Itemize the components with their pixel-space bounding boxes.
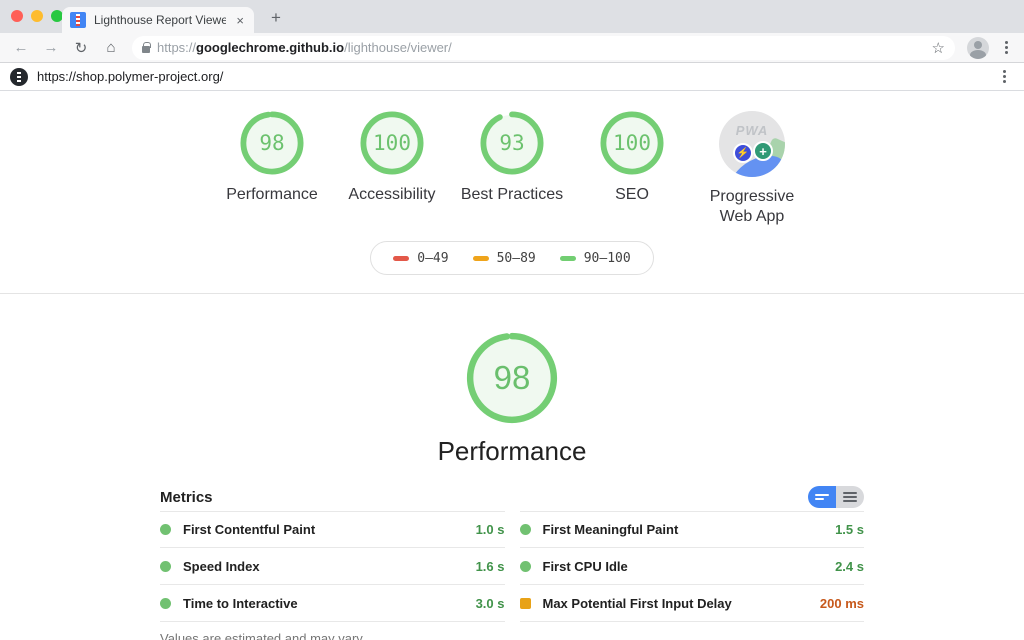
metric-value: 1.6 s xyxy=(476,559,505,574)
metrics-view-toggle[interactable] xyxy=(808,486,864,508)
score-label: SEO xyxy=(615,185,649,205)
performance-big-gauge: 98 xyxy=(466,332,558,424)
toggle-expanded-view[interactable] xyxy=(836,486,864,508)
report-url-bar: https://shop.polymer-project.org/ xyxy=(0,63,1024,91)
metric-value: 200 ms xyxy=(820,596,864,611)
pwa-letters: PWA xyxy=(719,123,785,138)
forward-icon[interactable]: → xyxy=(38,39,64,56)
browser-tab[interactable]: Lighthouse Report Viewer × xyxy=(62,7,254,33)
metrics-right-column: First Meaningful Paint 1.5 s First CPU I… xyxy=(520,511,865,622)
profile-avatar[interactable] xyxy=(967,37,989,59)
legend-fail: 0–49 xyxy=(393,251,448,266)
back-icon[interactable]: ← xyxy=(8,39,34,56)
metric-label: Time to Interactive xyxy=(183,596,464,611)
metric-max-potential-fid[interactable]: Max Potential First Input Delay 200 ms xyxy=(520,585,865,622)
score-value: 93 xyxy=(480,111,544,175)
browser-toolbar: ← → ↻ ⌂ https://googlechrome.github.io/l… xyxy=(0,33,1024,63)
page-url[interactable]: https://googlechrome.github.io/lighthous… xyxy=(157,40,925,55)
lighthouse-favicon xyxy=(70,12,86,28)
metric-first-meaningful-paint[interactable]: First Meaningful Paint 1.5 s xyxy=(520,511,865,548)
metric-status-icon xyxy=(160,524,171,535)
padlock-icon[interactable] xyxy=(142,46,150,53)
legend-pill: 0–49 50–89 90–100 xyxy=(370,241,653,275)
report-url: https://shop.polymer-project.org/ xyxy=(37,69,986,84)
metric-first-cpu-idle[interactable]: First CPU Idle 2.4 s xyxy=(520,548,865,585)
legend-pass: 90–100 xyxy=(560,251,631,266)
close-window-button[interactable] xyxy=(11,10,23,22)
score-gauge-seo[interactable]: 100 SEO xyxy=(578,111,686,205)
metric-value: 3.0 s xyxy=(476,596,505,611)
toggle-condensed-view[interactable] xyxy=(808,486,836,508)
metric-label: First Contentful Paint xyxy=(183,522,464,537)
fast-reliable-icon: ⚡ xyxy=(733,143,753,163)
metrics-grid: First Contentful Paint 1.0 s Speed Index… xyxy=(160,511,864,622)
browser-menu-icon[interactable] xyxy=(997,41,1016,54)
metrics-block: Metrics First Contentful Paint 1.0 s xyxy=(160,483,864,640)
metrics-heading: Metrics xyxy=(160,489,213,506)
gauge-seo: 100 xyxy=(600,111,664,175)
metric-status-icon xyxy=(160,561,171,572)
score-value: 100 xyxy=(360,111,424,175)
new-tab-button[interactable]: + xyxy=(264,8,288,28)
score-value: 100 xyxy=(600,111,664,175)
metric-label: Max Potential First Input Delay xyxy=(543,596,808,611)
metric-label: First Meaningful Paint xyxy=(543,522,824,537)
bookmark-star-icon[interactable]: ☆ xyxy=(932,39,945,57)
tab-title: Lighthouse Report Viewer xyxy=(94,13,226,27)
installable-icon: + xyxy=(753,141,773,161)
metric-time-to-interactive[interactable]: Time to Interactive 3.0 s xyxy=(160,585,505,622)
score-gauge-performance[interactable]: 98 Performance xyxy=(218,111,326,205)
score-label: Progressive Web App xyxy=(698,187,806,227)
metric-value: 1.0 s xyxy=(476,522,505,537)
metric-status-icon xyxy=(520,561,531,572)
gauge-accessibility: 100 xyxy=(360,111,424,175)
score-gauge-accessibility[interactable]: 100 Accessibility xyxy=(338,111,446,205)
metric-label: Speed Index xyxy=(183,559,464,574)
metric-value: 2.4 s xyxy=(835,559,864,574)
score-gauge-best-practices[interactable]: 93 Best Practices xyxy=(458,111,566,205)
pass-dash-icon xyxy=(560,256,576,261)
metric-value: 1.5 s xyxy=(835,522,864,537)
report-menu-icon[interactable] xyxy=(995,70,1014,83)
metric-status-icon xyxy=(520,524,531,535)
gauge-best-practices: 93 xyxy=(480,111,544,175)
performance-section-title: Performance xyxy=(0,436,1024,467)
legend-average: 50–89 xyxy=(473,251,536,266)
score-label: Best Practices xyxy=(461,185,563,205)
average-dash-icon xyxy=(473,256,489,261)
performance-section: 98 Performance Metrics First Contentful … xyxy=(0,294,1024,640)
score-badge-pwa[interactable]: PWA ⚡ + Progressive Web App xyxy=(698,111,806,227)
fail-dash-icon xyxy=(393,256,409,261)
metric-first-contentful-paint[interactable]: First Contentful Paint 1.0 s xyxy=(160,511,505,548)
minimize-window-button[interactable] xyxy=(31,10,43,22)
metric-status-icon xyxy=(160,598,171,609)
metric-label: First CPU Idle xyxy=(543,559,824,574)
metrics-left-column: First Contentful Paint 1.0 s Speed Index… xyxy=(160,511,505,622)
tab-close-icon[interactable]: × xyxy=(234,13,246,28)
lighthouse-logo-icon xyxy=(10,68,28,86)
score-legend: 0–49 50–89 90–100 xyxy=(0,241,1024,275)
scores-section: 98 Performance 100 Accessibility 93 Best… xyxy=(0,91,1024,294)
score-value: 98 xyxy=(240,111,304,175)
reload-icon[interactable]: ↻ xyxy=(68,39,94,57)
score-gauges-row: 98 Performance 100 Accessibility 93 Best… xyxy=(0,111,1024,227)
gauge-performance: 98 xyxy=(240,111,304,175)
window-controls[interactable] xyxy=(11,10,63,22)
metric-status-icon xyxy=(520,598,531,609)
tab-strip: Lighthouse Report Viewer × + xyxy=(0,0,1024,33)
score-label: Accessibility xyxy=(348,185,435,205)
metric-speed-index[interactable]: Speed Index 1.6 s xyxy=(160,548,505,585)
score-label: Performance xyxy=(226,185,318,205)
metrics-disclaimer: Values are estimated and may vary. xyxy=(160,631,864,640)
performance-score-value: 98 xyxy=(466,332,558,424)
pwa-badge-icon: PWA ⚡ + xyxy=(719,111,785,177)
home-icon[interactable]: ⌂ xyxy=(98,39,124,56)
address-bar[interactable]: https://googlechrome.github.io/lighthous… xyxy=(132,36,955,60)
